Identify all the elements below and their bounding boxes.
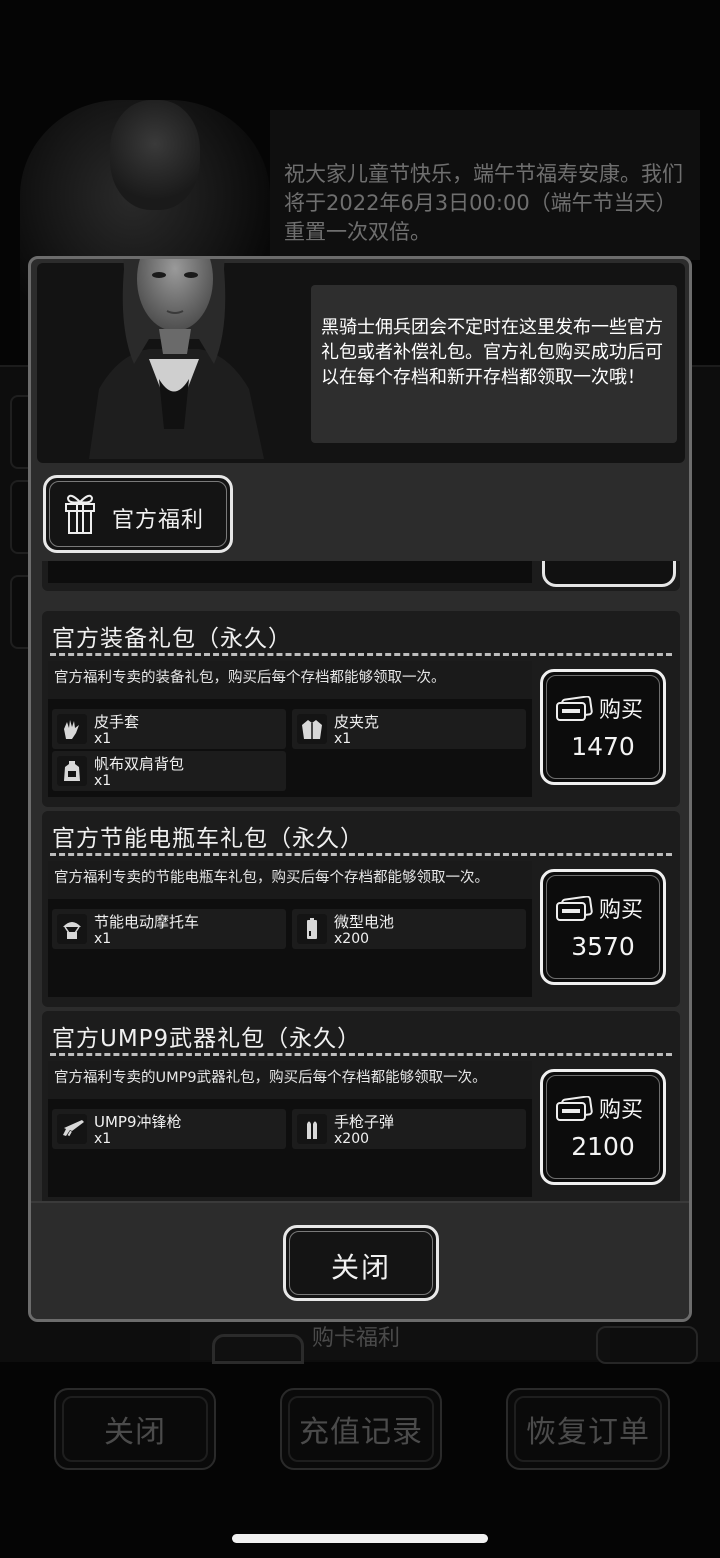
pack-body: 官方福利专卖的节能电瓶车礼包，购买后每个存档都能够领取一次。 节能电动摩托车 x… <box>48 861 532 997</box>
npc-speech-text: 黑骑士佣兵团会不定时在这里发布一些官方礼包或者补偿礼包。官方礼包购买成功后可以在… <box>321 317 663 388</box>
pack-item-qty: x1 <box>94 773 112 789</box>
background-notice-text: 祝大家儿童节快乐，端午节福寿安康。我们将于2022年6月3日00:00（端午节当… <box>284 162 683 244</box>
pack-item[interactable]: 微型电池 x200 <box>292 909 526 949</box>
background-character-head <box>110 100 200 210</box>
buy-button[interactable]: 购买 2100 <box>540 1069 666 1185</box>
ticket-icon <box>556 696 593 721</box>
npc-portrait <box>89 259 264 459</box>
pack-item-name: 皮夹克 <box>334 713 380 731</box>
previous-pack-buy-button[interactable] <box>542 561 676 587</box>
background-close-button: 关闭 <box>54 1388 216 1470</box>
jacket-icon <box>297 714 327 744</box>
official-benefits-dialog: 黑骑士佣兵团会不定时在这里发布一些官方礼包或者补偿礼包。官方礼包购买成功后可以在… <box>28 256 692 1322</box>
pack-item-qty: x1 <box>94 731 112 747</box>
pack-item[interactable]: UMP9冲锋枪 x1 <box>52 1109 286 1149</box>
pack-description: 官方福利专卖的节能电瓶车礼包，购买后每个存档都能够领取一次。 <box>48 861 532 899</box>
pack-item-name: 手枪子弹 <box>334 1113 395 1131</box>
dialog-footer: 关闭 <box>31 1201 689 1319</box>
background-restore-order-button: 恢复订单 <box>506 1388 670 1470</box>
pack-body: 官方福利专卖的UMP9武器礼包，购买后每个存档都能够领取一次。 UMP9冲锋枪 … <box>48 1061 532 1197</box>
pack-item[interactable]: 节能电动摩托车 x1 <box>52 909 286 949</box>
previous-pack-card <box>42 561 680 591</box>
tab-row: 官方福利 <box>31 463 689 561</box>
pack-description: 官方福利专卖的装备礼包，购买后每个存档都能够领取一次。 <box>48 661 532 699</box>
glove-icon <box>57 714 87 744</box>
background-restore-order-label: 恢复订单 <box>526 1415 650 1450</box>
pack-card-scooter: 官方节能电瓶车礼包（永久） 官方福利专卖的节能电瓶车礼包，购买后每个存档都能够领… <box>42 811 680 1007</box>
pack-card-equipment: 官方装备礼包（永久） 官方福利专卖的装备礼包，购买后每个存档都能够领取一次。 皮… <box>42 611 680 807</box>
buy-price: 2100 <box>571 1132 635 1161</box>
background-recharge-record-button: 充值记录 <box>280 1388 442 1470</box>
pack-title: 官方UMP9武器礼包（永久） <box>52 1026 362 1052</box>
gift-icon <box>65 494 95 534</box>
smg-icon <box>57 1114 87 1144</box>
pack-item-qty: x1 <box>334 731 352 747</box>
pack-item-qty: x1 <box>94 931 112 947</box>
pack-item-name: 皮手套 <box>94 713 140 731</box>
backpack-icon <box>57 756 87 786</box>
buy-label: 购买 <box>599 1098 644 1123</box>
buy-button[interactable]: 购买 1470 <box>540 669 666 785</box>
pack-item[interactable]: 皮夹克 x1 <box>292 709 526 749</box>
pack-description: 官方福利专卖的UMP9武器礼包，购买后每个存档都能够领取一次。 <box>48 1061 532 1099</box>
buy-label: 购买 <box>599 698 644 723</box>
battery-icon <box>297 914 327 944</box>
pack-divider <box>50 653 672 656</box>
npc-speech-bubble: 黑骑士佣兵团会不定时在这里发布一些官方礼包或者补偿礼包。官方礼包购买成功后可以在… <box>311 285 677 443</box>
close-button[interactable]: 关闭 <box>283 1225 439 1301</box>
background-recharge-record-label: 充值记录 <box>299 1415 423 1450</box>
pack-list[interactable]: 官方装备礼包（永久） 官方福利专卖的装备礼包，购买后每个存档都能够领取一次。 皮… <box>31 561 689 1201</box>
buy-button[interactable]: 购买 3570 <box>540 869 666 985</box>
pack-divider <box>50 1053 672 1056</box>
close-label: 关闭 <box>330 1251 391 1284</box>
pack-item-name: 微型电池 <box>334 913 395 931</box>
background-card-button <box>596 1326 698 1364</box>
background-card-label: 购卡福利 <box>312 1326 401 1351</box>
ticket-icon <box>556 1096 593 1121</box>
pack-body: 官方福利专卖的装备礼包，购买后每个存档都能够领取一次。 皮手套 x1 皮夹克 x… <box>48 661 532 797</box>
background-card-icon <box>212 1334 304 1364</box>
tab-official-benefits[interactable]: 官方福利 <box>43 475 233 553</box>
pack-item-qty: x200 <box>334 931 370 947</box>
background-close-label: 关闭 <box>104 1415 166 1450</box>
buy-price: 1470 <box>571 732 635 761</box>
pack-item-name: UMP9冲锋枪 <box>94 1113 182 1131</box>
buy-price: 3570 <box>571 932 635 961</box>
pack-item[interactable]: 手枪子弹 x200 <box>292 1109 526 1149</box>
tab-label: 官方福利 <box>112 508 205 533</box>
home-indicator[interactable] <box>232 1534 488 1543</box>
pack-item-qty: x200 <box>334 1131 370 1147</box>
pack-item-qty: x1 <box>94 1131 112 1147</box>
pack-title: 官方节能电瓶车礼包（永久） <box>52 826 364 852</box>
ticket-icon <box>556 896 593 921</box>
pack-card-ump9: 官方UMP9武器礼包（永久） 官方福利专卖的UMP9武器礼包，购买后每个存档都能… <box>42 1011 680 1201</box>
pack-title: 官方装备礼包（永久） <box>52 626 292 652</box>
pack-item-name: 节能电动摩托车 <box>94 913 200 931</box>
scooter-icon <box>57 914 87 944</box>
pack-divider <box>50 853 672 856</box>
pack-item[interactable]: 皮手套 x1 <box>52 709 286 749</box>
buy-label: 购买 <box>599 898 644 923</box>
pack-item-name: 帆布双肩背包 <box>94 755 185 773</box>
pack-item[interactable]: 帆布双肩背包 x1 <box>52 751 286 791</box>
bullets-icon <box>297 1114 327 1144</box>
